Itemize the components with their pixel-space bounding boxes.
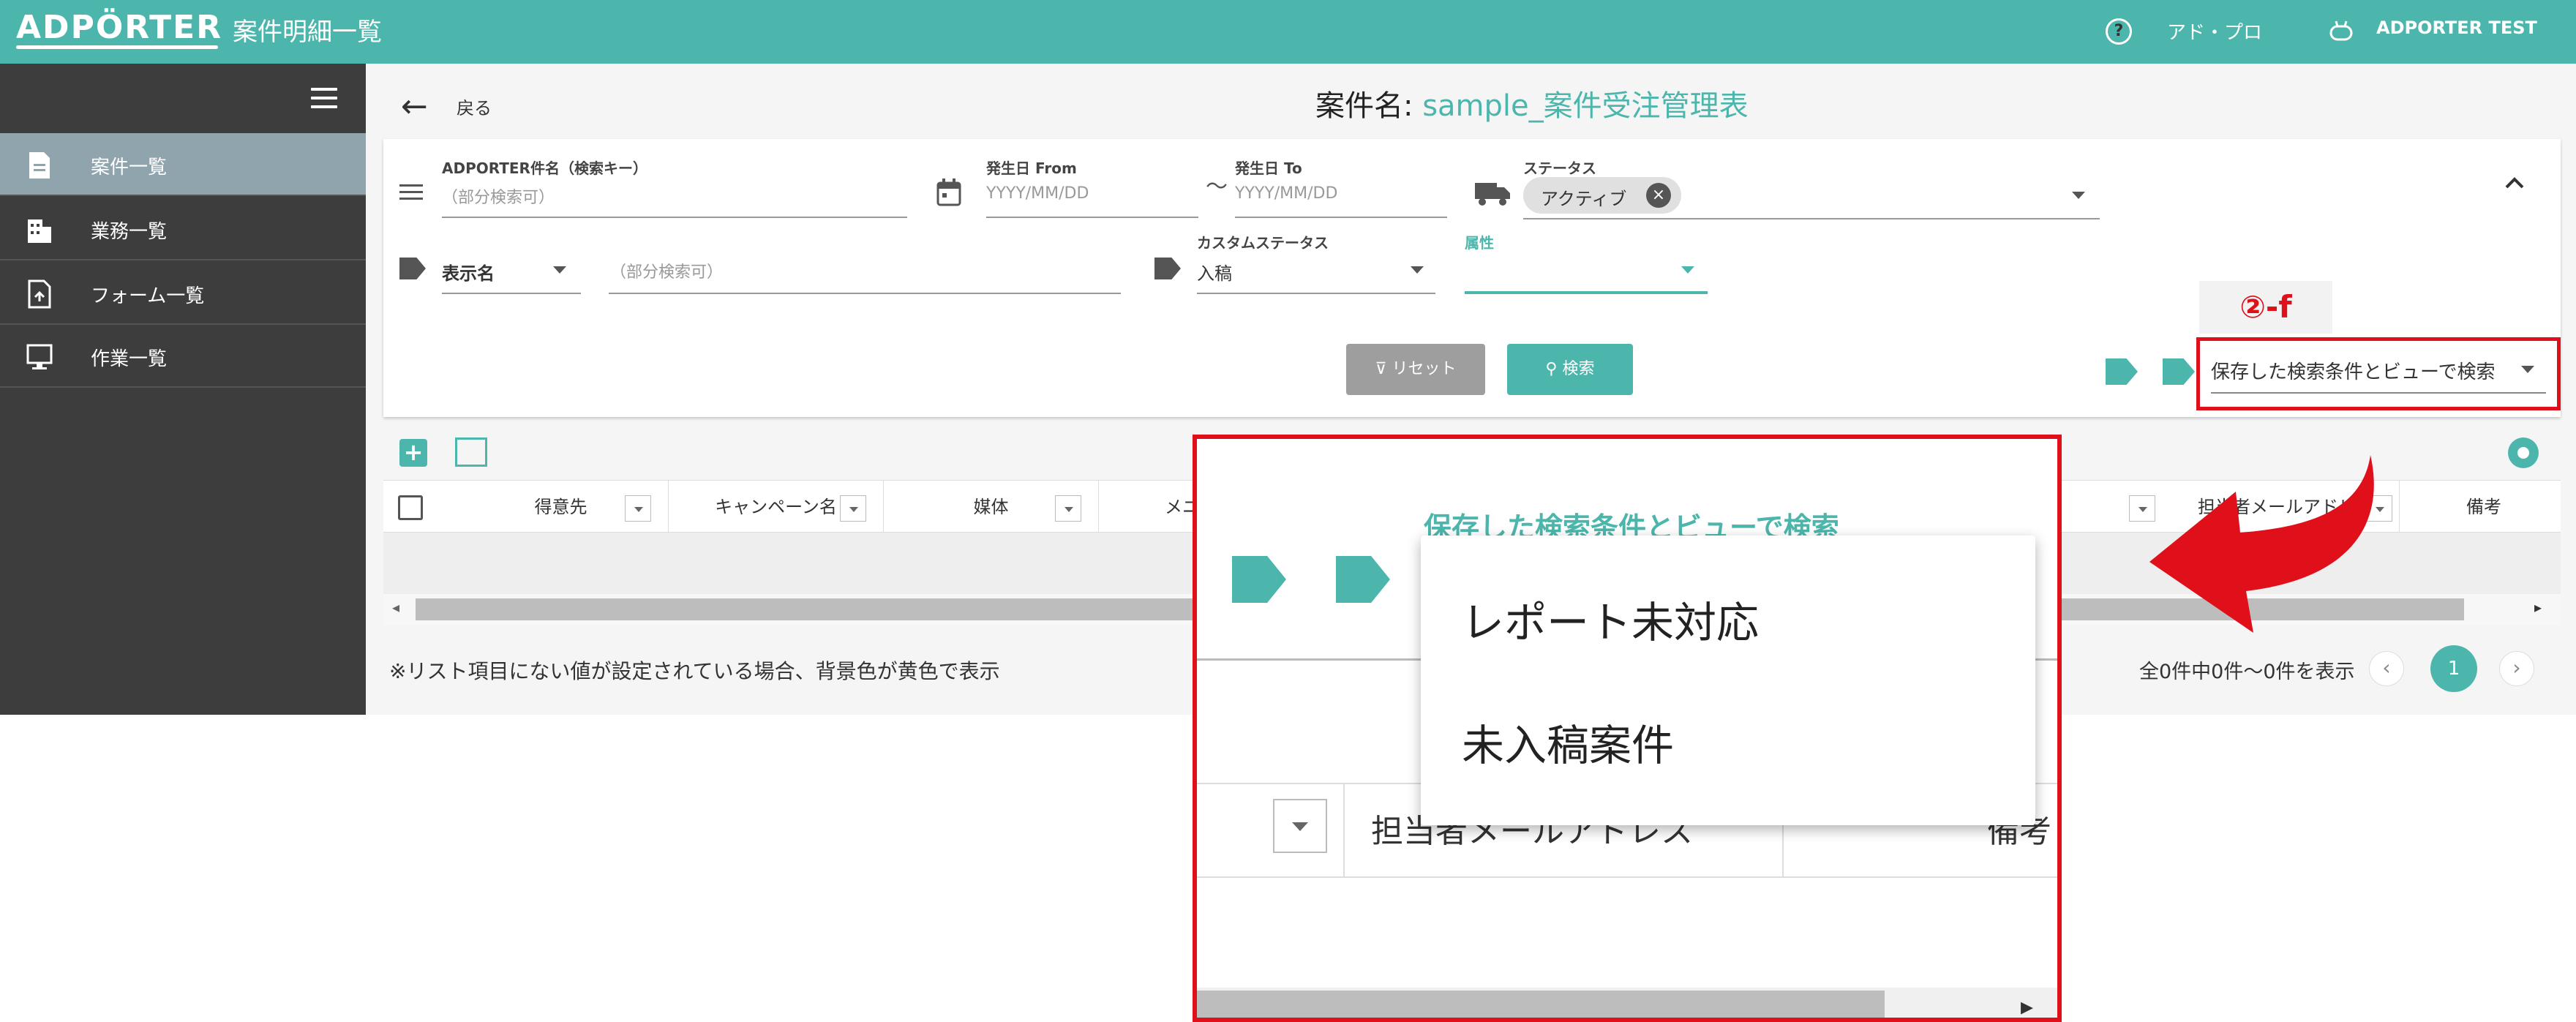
truck-icon [1475, 183, 1510, 206]
scroll-left-icon[interactable]: ◂ [392, 598, 399, 616]
list-note: ※リスト項目にない値が設定されている場合、背景色が黄色で表示 [389, 659, 1000, 683]
gear-icon[interactable] [2508, 437, 2539, 468]
case-title-prefix: 案件名: [1315, 89, 1423, 123]
column-header[interactable]: 備考 [2407, 481, 2561, 533]
zoom-table-line [1197, 876, 2057, 878]
saved-search-menu: レポート未対応 未入稿案件 [1421, 536, 2035, 825]
prev-page-button[interactable]: ‹ [2369, 651, 2404, 686]
add-column-icon[interactable] [455, 437, 487, 467]
menu-icon[interactable] [311, 88, 337, 108]
display-name-input[interactable]: （部分検索可） [610, 259, 723, 282]
column-filter-dropdown[interactable] [625, 495, 651, 522]
select-all-checkbox[interactable] [398, 495, 423, 520]
annotation-label: ②-f [2199, 281, 2332, 334]
sidebar-item-cases[interactable]: 案件一覧 [0, 133, 366, 196]
column-filter-dropdown[interactable] [840, 495, 866, 522]
custom-status-select[interactable]: 入稿 [1197, 259, 1232, 285]
user-name[interactable]: ADPORTER TEST [2376, 18, 2537, 38]
app-logo[interactable]: ADPÖRTER [16, 9, 222, 46]
keyword-label: ADPORTER件名（検索キー） [442, 159, 647, 177]
sidebar-item-label: 案件一覧 [91, 157, 168, 179]
menu-item-not-submitted[interactable]: 未入稿案件 [1462, 711, 1674, 773]
logo-underline [16, 45, 218, 49]
filter-off-icon: ⊽ [1375, 360, 1387, 378]
date-to-input[interactable]: YYYY/MM/DD [1235, 184, 1337, 203]
date-from-underline [986, 217, 1198, 218]
case-title: 案件名: sample_案件受注管理表 [1315, 82, 1749, 124]
list-icon [399, 184, 423, 202]
display-name-input-underline [609, 293, 1121, 294]
sidebar-item-work[interactable]: 作業一覧 [0, 325, 366, 388]
help-icon[interactable]: ? [2106, 18, 2132, 45]
date-from-label: 発生日 From [986, 159, 1077, 177]
result-count: 全0件中0件～0件を表示 [2139, 661, 2355, 683]
next-page-button[interactable]: › [2499, 651, 2534, 686]
reset-button[interactable]: ⊽ リセット [1346, 344, 1485, 395]
status-label: ステータス [1523, 159, 1596, 177]
back-arrow-icon[interactable]: ← [401, 88, 428, 125]
saved-search-dropdown-icon[interactable] [2521, 366, 2534, 373]
search-icon: ⚲ [1545, 360, 1558, 378]
add-saved-search-icon[interactable] [1232, 556, 1286, 603]
add-row-icon[interactable]: + [399, 439, 427, 467]
search-button[interactable]: ⚲ 検索 [1507, 344, 1633, 395]
page-number-button[interactable]: 1 [2430, 645, 2477, 692]
file-upload-icon [28, 279, 51, 309]
sidebar-item-forms[interactable]: フォーム一覧 [0, 262, 366, 325]
reset-button-label: リセット [1392, 360, 1457, 378]
sidebar-item-label: 業務一覧 [91, 221, 168, 243]
building-icon [28, 219, 51, 243]
keyword-underline [442, 217, 907, 218]
saved-search-underline [2211, 392, 2546, 394]
sidebar-item-label: フォーム一覧 [91, 285, 205, 307]
keyword-input[interactable]: （部分検索可） [442, 184, 555, 208]
attribute-label: 属性 [1465, 234, 1494, 252]
column-filter-dropdown[interactable] [1055, 495, 1081, 522]
column-filter-dropdown[interactable] [1273, 799, 1327, 853]
manage-saved-search-icon[interactable] [1336, 556, 1390, 603]
calendar-icon[interactable] [936, 179, 961, 206]
sidebar-item-tasks[interactable]: 業務一覧 [0, 198, 366, 260]
app-title: 案件明細一覧 [233, 18, 382, 47]
pointer-arrow-icon [2149, 455, 2374, 633]
display-name-dropdown-icon[interactable] [553, 266, 566, 274]
scroll-right-icon[interactable]: ▸ [2534, 598, 2542, 616]
zoom-scrollbar-thumb [1197, 991, 1885, 1018]
custom-status-label: カスタムステータス [1197, 234, 1329, 252]
scroll-right-icon: ▸ [2021, 992, 2034, 1021]
menu-item-report-pending[interactable]: レポート未対応 [1462, 588, 1759, 650]
date-from-input[interactable]: YYYY/MM/DD [986, 184, 1089, 203]
custom-status-underline [1197, 293, 1435, 294]
back-link[interactable]: 戻る [457, 94, 492, 119]
display-name-underline [442, 293, 581, 294]
user-icon[interactable] [2329, 20, 2354, 42]
custom-status-dropdown-icon[interactable] [1411, 266, 1424, 274]
saved-search-select[interactable]: 保存した検索条件とビューで検索 [2211, 357, 2495, 384]
help-label[interactable]: アド・プロ [2167, 18, 2262, 45]
case-name: sample_案件受注管理表 [1422, 89, 1749, 123]
search-button-label: 検索 [1562, 360, 1595, 378]
zoom-col-divider [1343, 783, 1345, 876]
document-icon [29, 152, 50, 179]
status-underline [1523, 218, 2100, 219]
display-name-select[interactable]: 表示名 [442, 259, 495, 285]
attribute-select[interactable] [1465, 291, 1708, 294]
collapse-icon[interactable] [2504, 176, 2526, 190]
attribute-dropdown-icon[interactable] [1681, 266, 1694, 274]
date-range-separator: ～ [1206, 174, 1228, 200]
date-to-label: 発生日 To [1235, 159, 1302, 177]
monitor-icon [26, 344, 53, 369]
status-dropdown-icon[interactable] [2072, 192, 2085, 199]
date-to-underline [1235, 217, 1447, 218]
chip-remove-icon[interactable]: × [1646, 183, 1671, 208]
sidebar-item-label: 作業一覧 [91, 348, 168, 370]
